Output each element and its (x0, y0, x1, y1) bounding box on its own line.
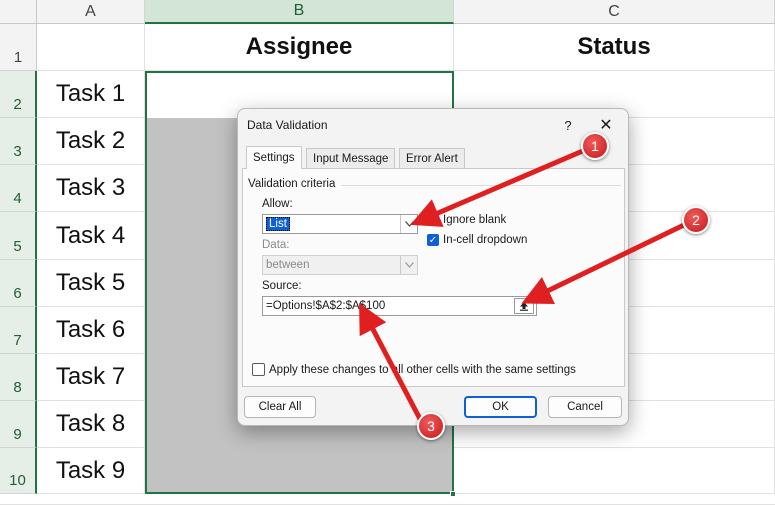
row-header-6[interactable]: 6 (0, 260, 37, 307)
criteria-divider (341, 185, 621, 186)
chevron-down-icon (400, 256, 417, 274)
row-header-10[interactable]: 10 (0, 448, 37, 494)
cell-task-5[interactable]: Task 5 (37, 260, 145, 307)
data-dropdown: between (262, 255, 418, 275)
checkbox-checked-icon: ✓ (427, 214, 439, 226)
cell-task-8[interactable]: Task 8 (37, 401, 145, 448)
row-header-3[interactable]: 3 (0, 118, 37, 165)
row-header-1[interactable]: 1 (0, 24, 37, 71)
in-cell-dropdown-label: In-cell dropdown (443, 234, 528, 246)
source-label: Source: (262, 280, 302, 292)
dialog-title: Data Validation (247, 118, 328, 132)
source-input[interactable]: =Options!$A$2:$A$100 (262, 296, 537, 316)
row-header-8[interactable]: 8 (0, 354, 37, 401)
settings-panel (242, 168, 625, 387)
checkbox-checked-icon: ✓ (427, 234, 439, 246)
annotation-badge-1: 1 (581, 132, 609, 160)
row-11-partial (0, 494, 775, 505)
chevron-down-icon[interactable] (400, 215, 417, 233)
row-header-9[interactable]: 9 (0, 401, 37, 448)
in-cell-dropdown-checkbox[interactable]: ✓ In-cell dropdown (427, 234, 527, 246)
allow-value: List (266, 217, 290, 231)
ignore-blank-label: Ignore blank (443, 214, 507, 226)
fill-handle[interactable] (450, 491, 456, 497)
help-icon[interactable]: ? (556, 113, 580, 137)
ok-button[interactable]: OK (464, 396, 537, 418)
data-value: between (266, 259, 310, 271)
column-header-c[interactable]: C (454, 0, 775, 24)
ignore-blank-checkbox[interactable]: ✓ Ignore blank (427, 214, 506, 226)
allow-dropdown[interactable]: List (262, 214, 418, 234)
cancel-button[interactable]: Cancel (548, 396, 622, 418)
row-header-5[interactable]: 5 (0, 212, 37, 260)
apply-all-checkbox[interactable]: Apply these changes to all other cells w… (252, 363, 576, 376)
cell-c10[interactable] (454, 448, 775, 494)
cell-task-2[interactable]: Task 2 (37, 118, 145, 165)
collapse-dialog-icon[interactable] (514, 298, 534, 314)
annotation-badge-3: 3 (417, 412, 445, 440)
tab-error-alert[interactable]: Error Alert (399, 148, 465, 169)
row-header-7[interactable]: 7 (0, 307, 37, 354)
cell-a1[interactable] (37, 24, 145, 71)
data-validation-dialog: Data Validation ? ✕ Settings Input Messa… (237, 108, 629, 426)
data-label: Data: (262, 239, 290, 251)
cell-task-4[interactable]: Task 4 (37, 212, 145, 260)
validation-criteria-label: Validation criteria (248, 178, 336, 190)
allow-label: Allow: (262, 198, 293, 210)
cell-task-1[interactable]: Task 1 (37, 71, 145, 118)
checkbox-unchecked-icon (252, 363, 265, 376)
cell-b1-assignee-header[interactable]: Assignee (145, 24, 454, 71)
clear-all-button[interactable]: Clear All (244, 396, 316, 418)
apply-all-label: Apply these changes to all other cells w… (269, 363, 576, 376)
cell-task-3[interactable]: Task 3 (37, 165, 145, 212)
select-all-corner[interactable] (0, 0, 37, 24)
row-header-4[interactable]: 4 (0, 165, 37, 212)
cell-task-9[interactable]: Task 9 (37, 448, 145, 494)
tab-settings[interactable]: Settings (246, 146, 302, 169)
row-header-2[interactable]: 2 (0, 71, 37, 118)
cell-task-6[interactable]: Task 6 (37, 307, 145, 354)
tab-input-message[interactable]: Input Message (306, 148, 396, 169)
column-header-b[interactable]: B (145, 0, 454, 24)
column-header-a[interactable]: A (37, 0, 145, 24)
cell-c1-status-header[interactable]: Status (454, 24, 775, 71)
cell-task-7[interactable]: Task 7 (37, 354, 145, 401)
annotation-badge-2: 2 (682, 206, 710, 234)
